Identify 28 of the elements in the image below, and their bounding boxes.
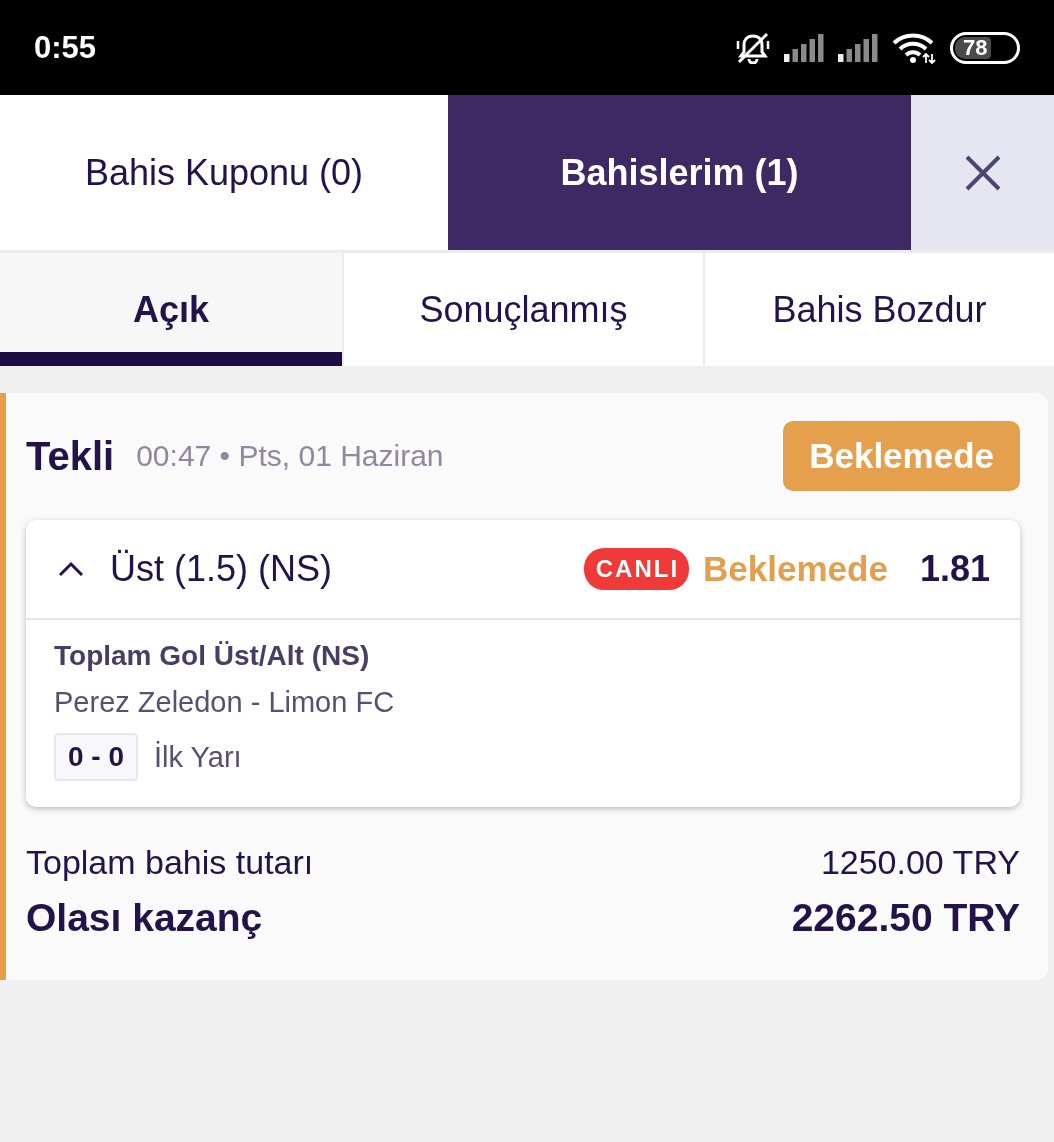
signal-icon xyxy=(838,33,878,62)
close-icon xyxy=(963,153,1002,192)
market-name: Toplam Gol Üst/Alt (NS) xyxy=(54,640,371,672)
wifi-icon xyxy=(892,31,936,64)
status-time: 0:55 xyxy=(34,29,97,66)
match-name: Perez Zeledon - Limon FC xyxy=(54,686,396,719)
status-badge: Beklemede xyxy=(783,421,1020,491)
summary-label: Olası kazanç xyxy=(26,896,263,940)
bell-muted-icon xyxy=(736,31,770,64)
selection-status: Beklemede xyxy=(703,549,888,589)
match-period: İlk Yarı xyxy=(154,740,242,774)
battery-percent: 78 xyxy=(955,36,992,59)
live-badge: CANLI xyxy=(583,548,690,590)
panel-tab[interactable]: Bahislerim (1) xyxy=(448,95,911,250)
selection-name: Üst (1.5) (NS) xyxy=(110,548,333,590)
summary-value: 1250.00 TRY xyxy=(820,843,1020,882)
signal-icon xyxy=(784,33,824,62)
summary-label: Toplam bahis tutarı xyxy=(26,843,314,882)
odds-value: 1.81 xyxy=(919,548,990,590)
filter-tab[interactable]: Sonuçlanmış xyxy=(344,253,703,366)
filter-tab[interactable]: Bahis Bozdur xyxy=(705,253,1054,366)
filter-tab[interactable]: Açık xyxy=(0,253,342,366)
match-score: 0 - 0 xyxy=(54,733,139,781)
chevron-icon[interactable] xyxy=(58,561,84,577)
summary-value: 2262.50 TRY xyxy=(791,896,1020,940)
panel-tab[interactable]: Bahis Kuponu (0) xyxy=(0,95,448,250)
bet-type: Tekli xyxy=(26,433,115,479)
bet-date: 00:47 • Pts, 01 Haziran xyxy=(136,439,445,473)
